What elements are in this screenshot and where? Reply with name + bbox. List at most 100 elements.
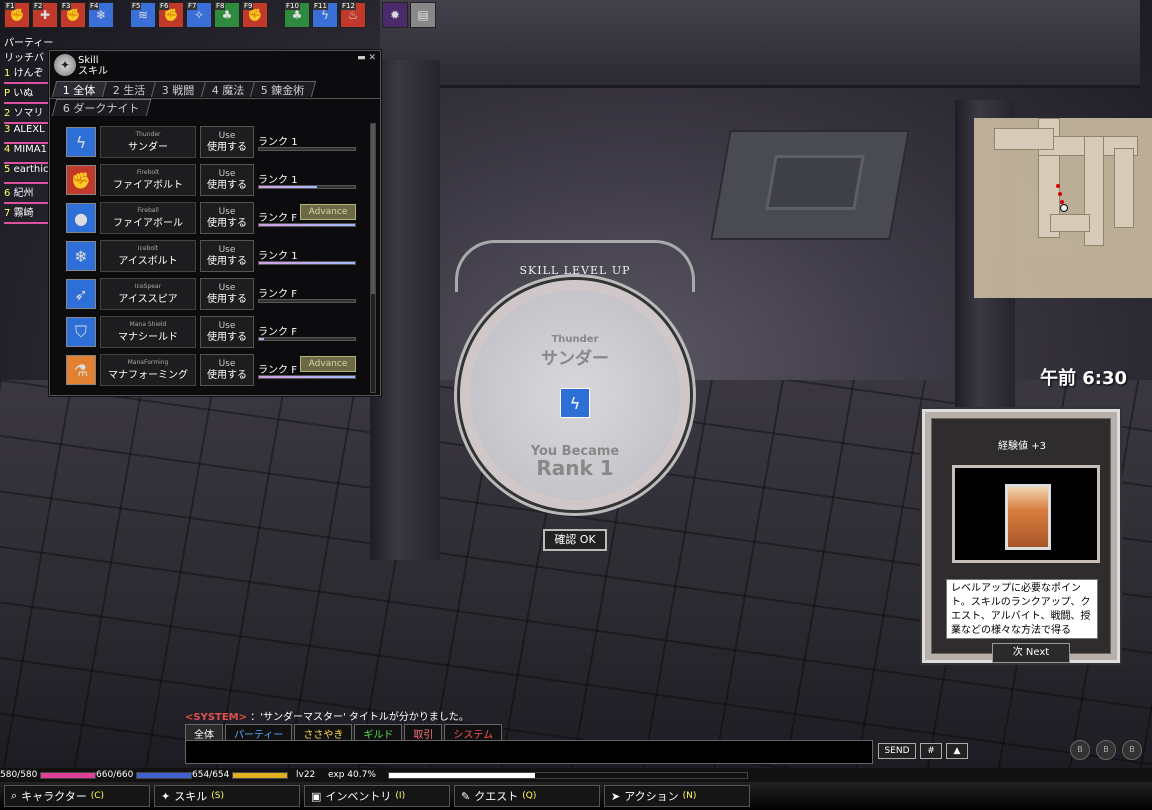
use-skill-button[interactable]: Use 使用する [200, 354, 254, 386]
hash-button[interactable]: # [920, 743, 942, 759]
skill-progress-bar [258, 299, 356, 303]
skill-rank: ランク 1 [258, 126, 358, 158]
skill-name[interactable]: Fireball ファイアボール [100, 202, 196, 234]
bubble-icon[interactable]: B [1122, 740, 1142, 760]
use-skill-button[interactable]: Use 使用する [200, 202, 254, 234]
wave-icon[interactable]: F5 ≋ [130, 2, 156, 28]
exp-info-panel: 経験値 +3 レベルアップに必要なポイント。スキルのランクアップ、クエスト、アル… [922, 409, 1120, 663]
skill-progress-bar [258, 223, 356, 227]
bubble-indicators: BBB [1070, 740, 1142, 760]
chat-up-button[interactable]: ▲ [946, 743, 968, 759]
menu-button[interactable]: ✦ スキル (S) [154, 785, 300, 807]
tab-dark-knight[interactable]: 6 ダークナイト [51, 99, 151, 116]
bubble-icon[interactable]: B [1096, 740, 1116, 760]
skill-progress-bar [258, 375, 356, 379]
skill-name[interactable]: Mana Shield マナシールド [100, 316, 196, 348]
skill-tab[interactable]: 3 戦闘 [150, 81, 206, 97]
fire-fist-icon[interactable]: ✊ [66, 165, 96, 195]
skill-name[interactable]: IceSpear アイススピア [100, 278, 196, 310]
dark-knight-icon[interactable]: ✹ [382, 2, 408, 28]
ceiling-beam [380, 0, 1140, 88]
shield-icon[interactable]: ⛉ [66, 317, 96, 347]
skill-rank: ランク F [258, 316, 358, 348]
levelup-skill-ja: サンダー [541, 349, 609, 369]
exp-illustration [952, 465, 1100, 563]
skill-progress-bar [258, 337, 356, 341]
fire-fist-icon[interactable]: F1 ✊ [4, 2, 30, 28]
herb-icon[interactable]: F8 ♣ [214, 2, 240, 28]
skill-window-header[interactable]: ✦ Skill スキル ▬ ✕ [50, 51, 380, 81]
skill-name[interactable]: ManaForming マナフォーミング [100, 354, 196, 386]
chat-input[interactable] [185, 740, 873, 764]
magic-icon[interactable]: F7 ✧ [186, 2, 212, 28]
bubble-icon[interactable]: B [1070, 740, 1090, 760]
ice-icon[interactable]: ❄ [66, 241, 96, 271]
hotkey-bar: F1 ✊ F2 ✚ F3 ✊ F4 ❄ F5 ≋ F6 ✊ F7 ✧ F8 ♣ F9 ✊ F10 ♣ F11 ϟ F12 ♨ ✹… [0, 0, 440, 32]
skill-name[interactable]: Icebolt アイスボルト [100, 240, 196, 272]
fire-fist-icon[interactable]: F6 ✊ [158, 2, 184, 28]
character-figure [1005, 484, 1051, 550]
potion-icon[interactable]: ⚗ [66, 355, 96, 385]
skill-tab[interactable]: 4 魔法 [200, 81, 256, 97]
fireball-icon[interactable]: ● [66, 203, 96, 233]
skill-window-icon: ✦ [54, 54, 76, 76]
levelup-rank: Rank 1 [536, 456, 614, 480]
window-controls[interactable]: ▬ ✕ [357, 53, 376, 64]
skill-window-title-en: Skill [78, 55, 99, 66]
send-button[interactable]: SEND [878, 743, 916, 759]
use-skill-button[interactable]: Use 使用する [200, 164, 254, 196]
main-menu-bar: ⌕ キャラクター (C) ✦ スキル (S) ▣ インベントリ (I) ✎ クエスト (Q) ➤ アクショ… [0, 782, 1152, 810]
next-button[interactable]: 次 Next [992, 643, 1070, 663]
skill-rank: ランク F Advance [258, 202, 358, 234]
herb-icon[interactable]: F10 ♣ [284, 2, 310, 28]
thunder-icon[interactable]: F11 ϟ [312, 2, 338, 28]
mp-bar [136, 771, 192, 779]
menu-button[interactable]: ➤ アクション (N) [604, 785, 750, 807]
player-marker [1060, 204, 1068, 212]
skill-icon: ✦ [161, 789, 171, 803]
skill-tab[interactable]: 2 生活 [101, 81, 157, 97]
sp-value: 654/654 [192, 770, 230, 780]
party-title: パーティー [4, 38, 54, 49]
skill-list: ϟ Thunder サンダー Use 使用する ランク 1 ✊ Firebolt ファイアボルト… [66, 123, 366, 389]
ice-icon[interactable]: F4 ❄ [88, 2, 114, 28]
thunder-icon[interactable]: ϟ [66, 127, 96, 157]
skill-progress-bar [258, 147, 356, 151]
menu-button[interactable]: ▣ インベントリ (I) [304, 785, 450, 807]
ok-button[interactable]: 確認 OK [543, 529, 607, 551]
ice-spear-icon[interactable]: ➶ [66, 279, 96, 309]
use-skill-button[interactable]: Use 使用する [200, 126, 254, 158]
skill-name[interactable]: Thunder サンダー [100, 126, 196, 158]
use-skill-button[interactable]: Use 使用する [200, 316, 254, 348]
skill-name[interactable]: Firebolt ファイアボルト [100, 164, 196, 196]
fire-fist-icon[interactable]: F3 ✊ [60, 2, 86, 28]
game-clock: 午前 6:30 [1040, 368, 1128, 389]
fire-fist-icon[interactable]: F9 ✊ [242, 2, 268, 28]
skill-row: ● Fireball ファイアボール Use 使用する ランク F Advance [66, 199, 366, 237]
minimap[interactable] [974, 118, 1152, 298]
hp-bar [40, 771, 96, 779]
menu-button[interactable]: ✎ クエスト (Q) [454, 785, 600, 807]
bag-icon: ▣ [311, 789, 322, 803]
flame-icon[interactable]: F12 ♨ [340, 2, 366, 28]
search-icon: ⌕ [11, 789, 18, 802]
skill-window[interactable]: ✦ Skill スキル ▬ ✕ 1 全体 2 生活 3 戦闘 4 魔法 5 錬金術 6 … [49, 50, 381, 396]
skill-tab[interactable]: 5 錬金術 [249, 81, 316, 97]
book-icon[interactable]: ▤ [410, 2, 436, 28]
menu-button[interactable]: ⌕ キャラクター (C) [4, 785, 150, 807]
skill-progress-bar [258, 185, 356, 189]
advance-button[interactable]: Advance [300, 356, 356, 372]
advance-button[interactable]: Advance [300, 204, 356, 220]
status-bar: 580/580 660/660 654/654 lv22 exp 40.7% [0, 768, 1152, 782]
use-skill-button[interactable]: Use 使用する [200, 278, 254, 310]
skill-scrollbar[interactable] [370, 123, 376, 393]
mp-value: 660/660 [96, 770, 134, 780]
exp-description[interactable]: レベルアップに必要なポイント。スキルのランクアップ、クエスト、アルバイト、戦闘、… [946, 579, 1098, 639]
shield-cross-icon[interactable]: F2 ✚ [32, 2, 58, 28]
skill-tab[interactable]: 1 全体 [51, 81, 107, 97]
skill-levelup-dialog: SKILL LEVEL UP Thunder サンダー ϟ You Became… [450, 240, 700, 560]
quest-icon: ✎ [461, 789, 471, 803]
skill-row: ❄ Icebolt アイスボルト Use 使用する ランク 1 [66, 237, 366, 275]
use-skill-button[interactable]: Use 使用する [200, 240, 254, 272]
skill-row: ➶ IceSpear アイススピア Use 使用する ランク F [66, 275, 366, 313]
